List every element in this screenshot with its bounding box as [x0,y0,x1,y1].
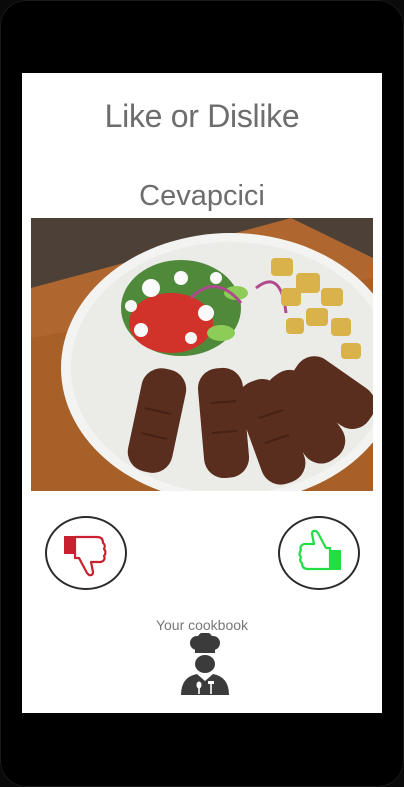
dish-photo [31,218,373,491]
dish-name: Cevapcici [139,180,265,212]
cookbook-label: Your cookbook [155,617,249,633]
chef-icon [173,633,237,695]
cookbook-button[interactable] [173,633,237,695]
like-button[interactable] [278,516,360,590]
app-screen: Like or Dislike Cevapcici Your cookbook [22,73,382,713]
phone-frame: Like or Dislike Cevapcici Your cookbook [0,0,404,787]
page-title: Like or Dislike [104,98,300,134]
thumbs-up-icon [298,529,341,571]
dislike-button[interactable] [45,516,127,590]
thumbs-down-icon [64,535,107,577]
